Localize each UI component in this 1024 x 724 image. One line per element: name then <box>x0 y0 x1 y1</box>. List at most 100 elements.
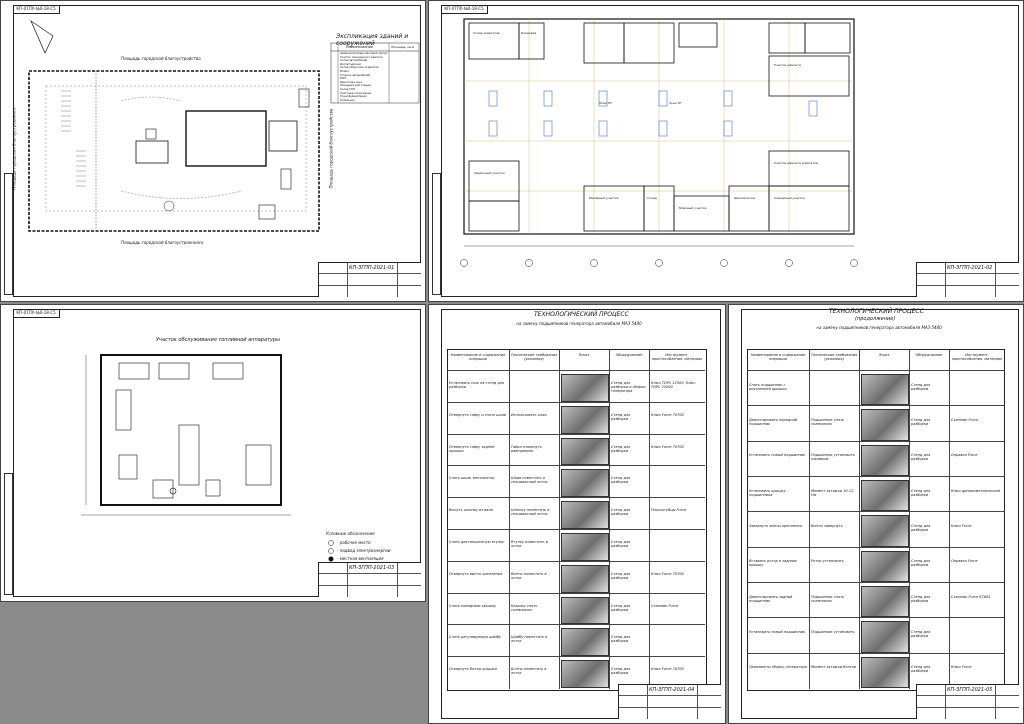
cell-tool: Съемник Force <box>951 418 979 422</box>
cell-tool: Съемник Force 67605 <box>951 594 991 599</box>
cell-req: Подшипник снять съемником <box>811 594 845 603</box>
cell-eq: Стенд для разборки и сборки генератора <box>611 380 646 393</box>
cell-op: Снять переднюю крышку <box>449 603 497 608</box>
operation-photo <box>561 564 609 593</box>
cell-tool: Оправка Force <box>951 453 978 458</box>
process-title-continued: (продолжение) <box>855 316 896 322</box>
column-divider <box>859 349 860 689</box>
cell-eq: Стенд для разборки <box>911 630 931 638</box>
zone-label: Малярный участок <box>589 196 619 200</box>
column-divider <box>809 349 810 689</box>
title-block: КП-ЗГПП-2021-05 <box>916 684 1019 719</box>
title-block: КП-ЗГПП-2021-03 <box>318 562 421 597</box>
zone-label: Кладовая <box>521 31 537 35</box>
legend-item-ventilation: - местная вентиляция <box>337 556 384 561</box>
process-subtitle: на замену подшипников генератора автомоб… <box>816 325 942 330</box>
cell-op: Установить новый подшипник <box>749 630 806 634</box>
operation-photo <box>561 628 609 657</box>
column-header: Наименование и содержание операции <box>450 353 506 361</box>
cell-op: Отвернуть болты крышки <box>449 667 497 672</box>
cell-eq: Стенд для разборки <box>911 665 931 674</box>
operation-photo <box>861 621 909 653</box>
cell-eq: Стенд для разборки <box>911 559 931 568</box>
cell-tool: Ключ Force 70700 <box>651 444 684 449</box>
zone-label: Зона ТО <box>599 101 612 105</box>
row-divider <box>447 465 705 467</box>
row-divider <box>747 476 1005 477</box>
cell-eq: Стенд для разборки <box>911 453 931 462</box>
cell-op: Произвести сборку генератора <box>749 665 807 670</box>
zone-label: Зона ТР <box>669 101 682 105</box>
row-divider <box>747 440 1005 442</box>
cell-eq: Стенд для разборки <box>911 524 931 532</box>
cell-op: Демонтировать передний подшипник <box>749 418 798 426</box>
column-header: Оборудование <box>615 353 643 357</box>
cell-req: Момент затяжки болтов <box>811 665 856 670</box>
cell-req: Шпонку поместить в специальный лоток <box>511 508 550 517</box>
column-divider <box>609 349 610 689</box>
zone-label: Участок ремонта <box>774 63 801 67</box>
operation-photo <box>561 437 609 466</box>
label-bottom: Площадь городской благоустроенного <box>121 240 204 245</box>
sheet-section-layout: КП-07ПУ-№0-18-С5 Участок обслуживания то… <box>0 304 426 602</box>
cell-tool: Ключ ТОРС 12500, Ключ ТОРС 22000 <box>651 380 696 389</box>
label-top: Площадь городской благоустройства <box>121 56 201 61</box>
process-title: ТЕХНОЛОГИЧЕСКИЙ ПРОЦЕСС <box>534 311 629 318</box>
cell-eq: Стенд для разборки <box>611 635 631 644</box>
row-divider <box>447 656 705 658</box>
cell-op: Снять шкив, вентилятор <box>449 476 495 481</box>
operation-photo <box>861 409 909 441</box>
cell-eq: Стенд для разборки <box>911 382 931 391</box>
operation-photo <box>861 480 909 512</box>
cell-req: Ротор установить <box>811 559 844 564</box>
row-divider <box>747 405 1005 407</box>
cell-op: Снять регулируемую шайбу <box>449 635 501 640</box>
column-divider <box>949 349 950 689</box>
doc-code: КП-ЗГПП-2021-05 <box>947 687 993 693</box>
explication-row: Котельная <box>340 98 355 102</box>
operation-photo <box>561 596 609 625</box>
cell-req: Шкив поместить в специальный лоток <box>511 476 548 485</box>
column-header: Инструмент, приспособления, материал <box>951 353 1003 361</box>
cell-eq: Стенд для разборки <box>611 603 631 612</box>
zone-label: Сварочный участок <box>474 171 505 175</box>
doc-code: КП-ЗГПП-2021-01 <box>349 265 395 271</box>
column-divider <box>559 349 560 689</box>
cell-tool: Ключ динамометрический <box>951 488 1000 493</box>
cell-req: Подшипник установить оправкой <box>811 453 855 462</box>
legend-item-workplace: - рабочее место <box>337 540 371 545</box>
cell-tool: Плоскогубцы Force <box>651 508 687 513</box>
cell-op: Вынуть шпонку из вала <box>449 508 493 513</box>
column-header: Наименование и содержание операции <box>750 353 806 361</box>
cell-req: Крышку снять съемником <box>511 603 538 612</box>
cell-req: Шайбу поместить в лоток <box>511 635 548 644</box>
cell-tool: Оправка Force <box>951 559 978 564</box>
row-divider <box>747 370 1005 371</box>
zone-label: Склад <box>647 196 657 200</box>
cell-eq: Стенд для разборки <box>611 667 631 676</box>
column-header: Эскиз <box>878 353 890 357</box>
operation-photo <box>561 469 609 498</box>
table-header-area: Площадь, кв.м <box>391 45 415 49</box>
row-divider <box>447 529 705 530</box>
operation-photo <box>861 550 909 582</box>
cell-tool: Ключ Force <box>951 665 972 670</box>
cell-op: Завернуть винты крепления <box>749 524 802 528</box>
cell-req: Болты поместить в лоток <box>511 667 547 676</box>
cell-req: Использовать ключ <box>511 412 548 417</box>
operation-photo <box>561 660 609 688</box>
column-header: Эскиз <box>578 353 590 357</box>
cell-eq: Стенд для разборки <box>911 418 931 426</box>
row-divider <box>747 617 1005 619</box>
column-header: Технические требования (указания) <box>510 353 558 361</box>
row-divider <box>447 497 705 499</box>
cell-op: Отвернуть гайку задней крышки <box>449 444 495 453</box>
row-divider <box>747 546 1005 548</box>
zone-label: Слесарный участок <box>774 196 805 200</box>
sheet-tech-process: ТЕХНОЛОГИЧЕСКИЙ ПРОЦЕСС на замену подшип… <box>428 304 726 724</box>
column-header: Инструмент, приспособления, материал <box>651 353 703 361</box>
cell-eq: Стенд для разборки <box>611 539 631 548</box>
cell-eq: Стенд для разборки <box>911 488 931 497</box>
cell-op: Вставить ротор в заднюю крышку <box>749 559 797 568</box>
legend-title: Условные обозначения <box>326 531 375 536</box>
